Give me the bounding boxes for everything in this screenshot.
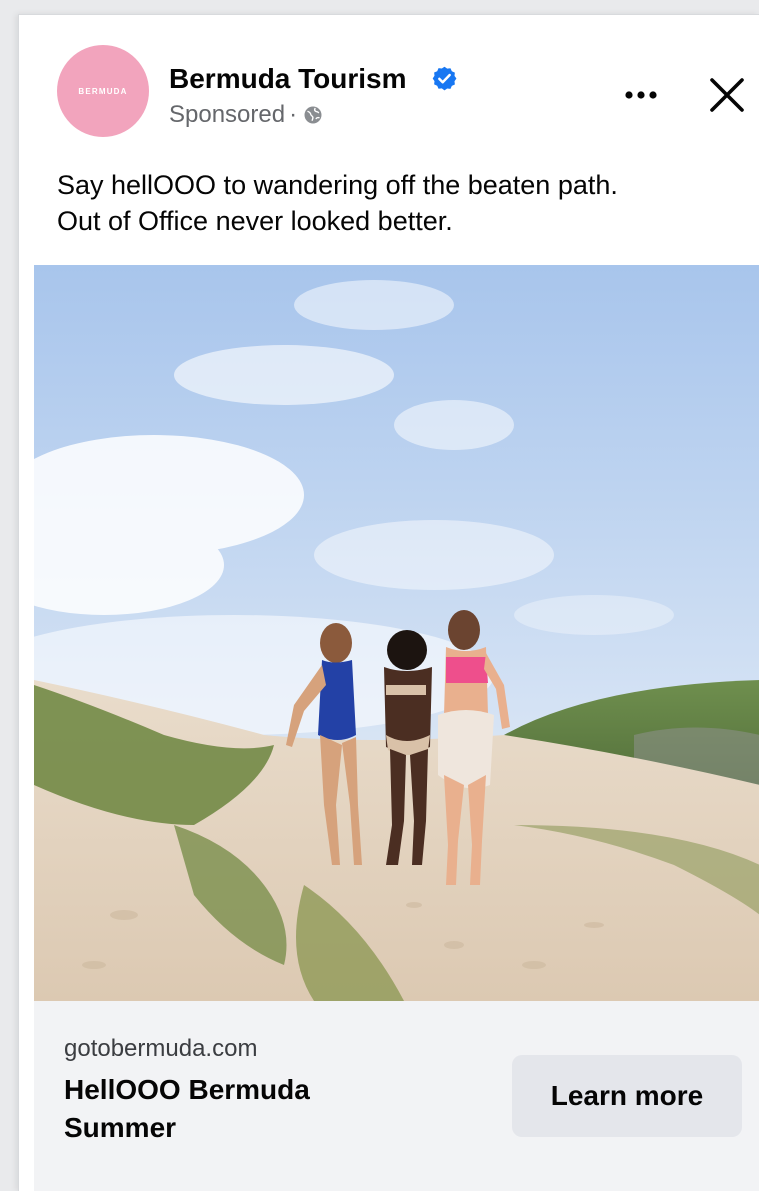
more-options-button[interactable]	[611, 75, 671, 115]
globe-icon	[304, 106, 322, 124]
sponsored-post-card: BERMUDA Bermuda Tourism Sponsored · Say …	[18, 14, 759, 1191]
close-button[interactable]	[705, 73, 749, 117]
verified-badge-icon	[432, 66, 457, 91]
meta-separator: ·	[289, 101, 298, 128]
caption-line: Say hellOOO to wandering off the beaten …	[57, 170, 618, 200]
link-domain: gotobermuda.com	[64, 1035, 258, 1062]
caption-line: Out of Office never looked better.	[57, 206, 453, 236]
sponsored-label[interactable]: Sponsored	[169, 101, 285, 129]
page-avatar[interactable]: BERMUDA	[57, 45, 149, 137]
post-caption: Say hellOOO to wandering off the beaten …	[57, 167, 747, 239]
learn-more-button[interactable]: Learn more	[512, 1055, 742, 1137]
link-preview-footer[interactable]: gotobermuda.com HellOOO Bermuda Summer L…	[34, 1001, 759, 1191]
sponsored-row: Sponsored ·	[169, 101, 323, 129]
link-headline: HellOOO Bermuda Summer	[64, 1074, 310, 1143]
close-icon	[710, 78, 744, 112]
ad-image[interactable]	[34, 265, 759, 1001]
more-options-icon	[625, 91, 657, 99]
post-header: BERMUDA Bermuda Tourism Sponsored ·	[19, 15, 759, 145]
page-name-link[interactable]: Bermuda Tourism	[169, 63, 407, 95]
beach-photo	[34, 280, 759, 1001]
avatar-logo-text: BERMUDA	[78, 86, 128, 96]
